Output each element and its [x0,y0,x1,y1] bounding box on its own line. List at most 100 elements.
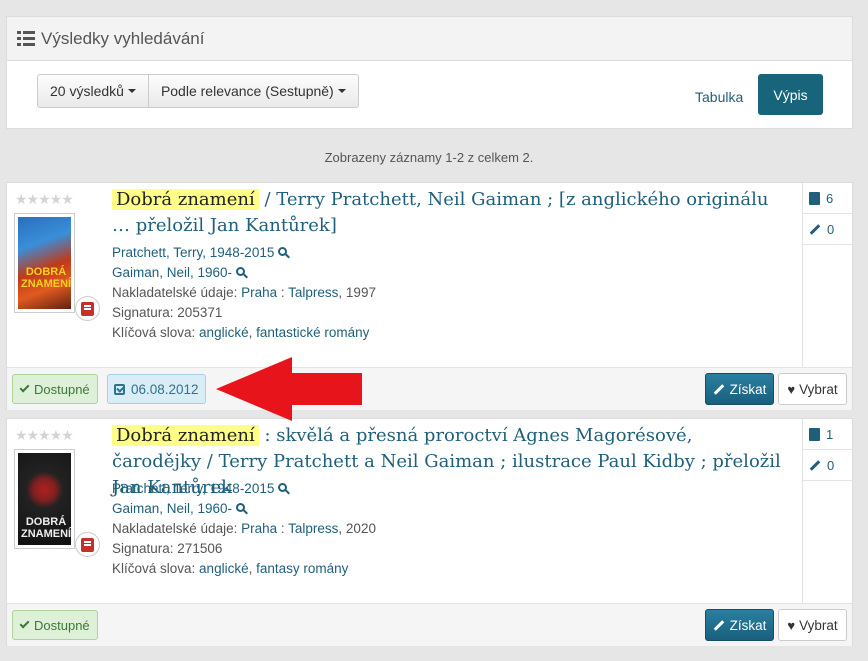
record-main: ★★★★★ DOBRÁ ZNAMENÍ Dobrá znamení / Terr… [7,183,803,367]
publisher-separator: : [277,285,289,300]
result-record: ★★★★★ DOBRÁ ZNAMENÍ Dobrá znamení : skvě… [6,418,853,646]
keyword-link[interactable]: anglické [199,325,249,340]
record-meta: Pratchett, Terry, 1948-2015 Gaiman, Neil… [112,479,376,579]
availability-badge[interactable]: Dostupné [12,610,98,640]
author-link[interactable]: Gaiman, Neil, 1960- [112,501,232,516]
publisher-label: Nakladatelské údaje: [112,521,242,536]
book-icon [809,191,820,205]
book-format-icon [75,532,100,557]
limit-dropdown[interactable]: 20 výsledků [37,74,149,108]
keyword-separator: , [248,561,257,576]
publisher-separator: : [277,521,289,536]
pick-button[interactable]: ♥ Vybrat [778,609,847,641]
checkbox-check-icon [114,383,125,395]
pick-button-label: Vybrat [799,381,838,397]
publisher-label: Nakladatelské údaje: [112,285,242,300]
record-title[interactable]: Dobrá znamení / Terry Pratchett, Neil Ga… [112,187,782,239]
pencil-icon [809,459,821,471]
get-button-label: Získat [729,381,767,397]
reviews-count-value: 0 [827,457,835,473]
publisher-year: , 1997 [338,285,376,300]
keyword-link[interactable]: anglické [199,561,249,576]
copies-count[interactable]: 1 [803,419,853,450]
signature-line: Signatura: 205371 [112,303,376,323]
keywords-line: Klíčová slova: anglické, fantastické rom… [112,323,376,343]
rating-stars[interactable]: ★★★★★ [15,427,74,444]
keywords-label: Klíčová slova: [112,561,200,576]
reviews-count-value: 0 [827,221,835,237]
record-footer: Dostupné 06.08.2012 Získat ♥ Vybrat [7,367,852,410]
results-toolbar: 20 výsledků Podle relevance (Sestupně) T… [6,60,853,129]
book-cover[interactable]: DOBRÁ ZNAMENÍ [14,449,75,549]
author-link[interactable]: Pratchett, Terry, 1948-2015 [112,245,274,260]
copies-count-value: 6 [826,190,834,206]
reviews-count[interactable]: 0 [803,214,853,245]
book-cover-title: DOBRÁ ZNAMENÍ [21,266,72,290]
publisher-place-link[interactable]: Praha [241,521,277,536]
availability-badge[interactable]: Dostupné [12,374,98,404]
pencil-icon [713,619,724,631]
author-line: Gaiman, Neil, 1960- [112,499,376,519]
title-highlight: Dobrá znamení [112,425,259,446]
record-meta: Pratchett, Terry, 1948-2015 Gaiman, Neil… [112,243,376,343]
book-cover-title: DOBRÁ ZNAMENÍ [21,516,72,540]
heart-icon: ♥ [787,617,796,633]
get-button[interactable]: Získat [705,373,774,405]
book-cover[interactable]: DOBRÁ ZNAMENÍ [14,213,75,313]
check-icon [19,618,30,629]
date-label: 06.08.2012 [131,381,199,397]
keywords-line: Klíčová slova: anglické, fantasy romány [112,559,376,579]
book-format-icon [75,296,100,321]
results-panel-header: Výsledky vyhledávání [6,16,853,60]
get-button-label: Získat [729,617,767,633]
pencil-icon [713,383,724,395]
sort-dropdown-label: Podle relevance (Sestupně) [160,83,334,99]
book-icon [809,427,820,441]
author-line: Gaiman, Neil, 1960- [112,263,376,283]
publisher-name-link[interactable]: Talpress [288,285,338,300]
limit-dropdown-label: 20 výsledků [50,83,124,99]
signature-value: 271506 [177,541,223,556]
record-main: ★★★★★ DOBRÁ ZNAMENÍ Dobrá znamení : skvě… [7,419,803,603]
pick-button-label: Vybrat [799,617,838,633]
keyword-link[interactable]: fantasy romány [256,561,348,576]
author-link[interactable]: Gaiman, Neil, 1960- [112,265,232,280]
availability-label: Dostupné [34,381,90,397]
author-link[interactable]: Pratchett, Terry, 1948-2015 [112,481,274,496]
publisher-line: Nakladatelské údaje: Praha : Talpress, 1… [112,283,376,303]
caret-down-icon [337,89,346,93]
view-list-button[interactable]: Výpis [758,74,823,115]
keywords-label: Klíčová slova: [112,325,200,340]
record-footer: Dostupné Získat ♥ Vybrat [7,603,852,646]
signature-value: 205371 [177,305,223,320]
copies-count[interactable]: 6 [803,183,853,214]
rating-stars[interactable]: ★★★★★ [15,191,74,208]
copies-count-value: 1 [826,426,834,442]
search-icon[interactable] [278,247,288,256]
date-badge[interactable]: 06.08.2012 [107,374,206,404]
get-button[interactable]: Získat [705,609,774,641]
search-icon[interactable] [236,267,246,276]
publisher-line: Nakladatelské údaje: Praha : Talpress, 2… [112,519,376,539]
availability-label: Dostupné [34,617,90,633]
search-icon[interactable] [236,503,246,512]
reviews-count[interactable]: 0 [803,450,853,481]
publisher-year: , 2020 [338,521,376,536]
pencil-icon [809,223,821,235]
signature-label: Signatura: [112,305,178,320]
caret-down-icon [127,89,136,93]
signature-label: Signatura: [112,541,178,556]
publisher-name-link[interactable]: Talpress [288,521,338,536]
sort-dropdown[interactable]: Podle relevance (Sestupně) [148,74,359,108]
title-highlight: Dobrá znamení [112,189,259,210]
search-icon[interactable] [278,483,288,492]
pick-button[interactable]: ♥ Vybrat [778,373,847,405]
list-icon [17,31,35,46]
results-summary: Zobrazeny záznamy 1-2 z celkem 2. [324,150,534,165]
view-table-link[interactable]: Tabulka [695,89,743,105]
signature-line: Signatura: 271506 [112,539,376,559]
keyword-link[interactable]: fantastické romány [256,325,369,340]
publisher-place-link[interactable]: Praha [241,285,277,300]
heart-icon: ♥ [787,381,796,397]
annotation-arrow [216,357,362,421]
